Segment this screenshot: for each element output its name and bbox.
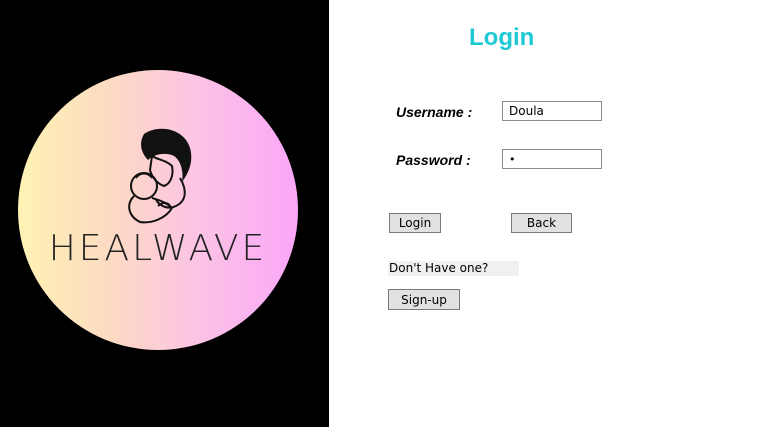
- brand-logo-text: HEALWAVE: [48, 228, 268, 269]
- page-title: Login: [469, 24, 535, 51]
- logo-circle: HEALWAVE: [18, 70, 298, 350]
- back-button[interactable]: Back: [511, 213, 572, 233]
- logo-panel: HEALWAVE: [0, 0, 329, 427]
- signup-button[interactable]: Sign-up: [388, 289, 460, 310]
- mother-baby-icon: [128, 128, 192, 224]
- login-button[interactable]: Login: [389, 213, 441, 233]
- password-input[interactable]: [502, 149, 602, 169]
- username-input[interactable]: [502, 101, 602, 121]
- username-label: Username :: [396, 104, 473, 120]
- no-account-text: Don't Have one?: [388, 261, 519, 276]
- password-label: Password :: [396, 152, 471, 168]
